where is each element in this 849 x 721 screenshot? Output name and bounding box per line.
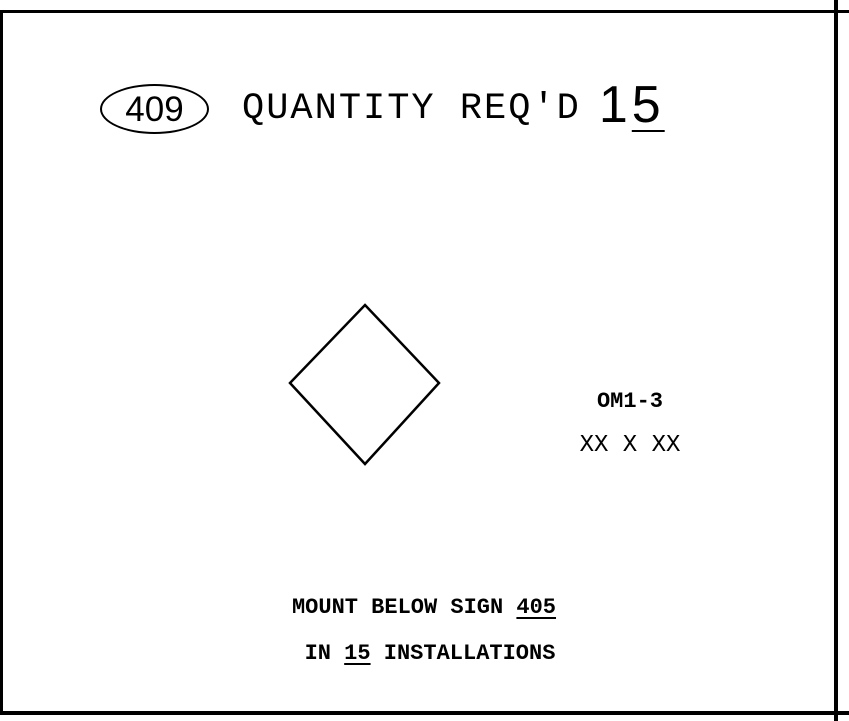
sign-size: XX X XX: [579, 432, 681, 459]
mount-sign-reference: 405: [516, 595, 557, 620]
mount-note-prefix: MOUNT BELOW SIGN: [291, 595, 517, 620]
frame-border-left: [0, 10, 3, 715]
sign-code: OM1-3: [596, 389, 663, 414]
mount-note-line-2: IN 15 INSTALLATIONS: [220, 643, 640, 665]
quantity-first-digit: 1: [598, 76, 632, 134]
header-row: 409 QUANTITY REQ'D 15: [100, 74, 665, 144]
item-number-oval: 409: [100, 84, 209, 134]
installations-suffix: INSTALLATIONS: [370, 641, 556, 666]
quantity-label: QUANTITY REQ'D: [242, 87, 581, 130]
diamond-sign-symbol: [288, 303, 441, 466]
installations-prefix: IN: [304, 641, 345, 666]
frame-border-top: [0, 10, 849, 13]
installations-count: 15: [344, 641, 371, 666]
sign-detail-sheet: 409 QUANTITY REQ'D 15 OM1-3 XX X XX MOUN…: [0, 0, 849, 721]
mount-note-line-1: MOUNT BELOW SIGN 405: [214, 597, 634, 619]
quantity-value: 15: [599, 79, 665, 131]
frame-border-right: [834, 0, 838, 721]
quantity-second-digit: 5: [631, 76, 665, 134]
diamond-shape: [288, 303, 441, 466]
frame-border-bottom: [0, 711, 849, 715]
